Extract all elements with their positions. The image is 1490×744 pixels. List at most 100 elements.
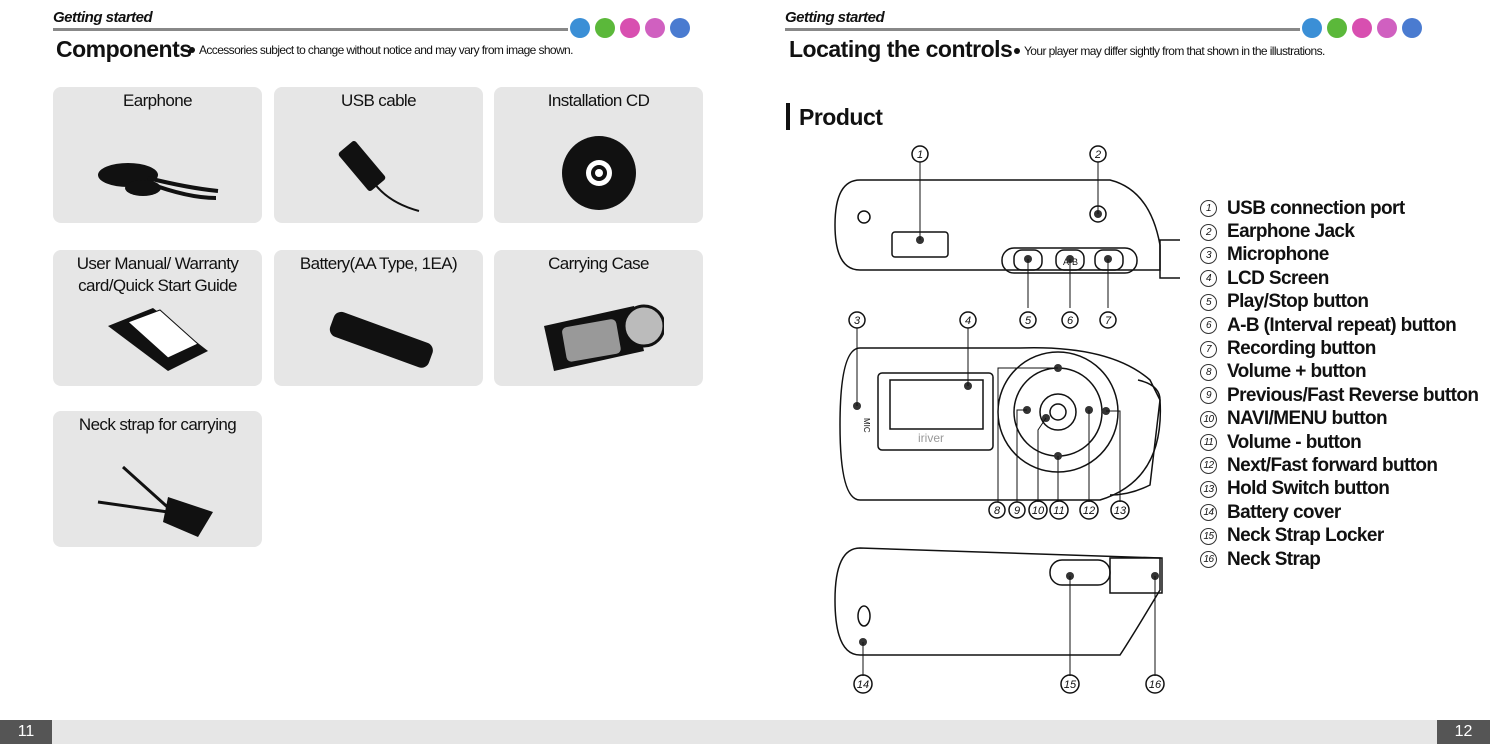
control-list-item: 16 Neck Strap	[1200, 548, 1478, 571]
control-number: 15	[1200, 527, 1217, 545]
control-label: A-B (Interval repeat) button	[1227, 314, 1457, 336]
control-list-item: 11 Volume - button	[1200, 431, 1478, 454]
control-list-item: 6 A-B (Interval repeat) button	[1200, 314, 1478, 337]
control-number: 8	[1200, 363, 1217, 381]
callout-dots	[853, 210, 1159, 646]
control-number: 7	[1200, 340, 1217, 358]
svg-text:1: 1	[917, 149, 923, 161]
component-neck-strap: Neck strap for carrying	[53, 411, 262, 547]
control-number: 9	[1200, 387, 1217, 405]
control-list-item: 14 Battery cover	[1200, 501, 1478, 524]
control-label: Next/Fast forward button	[1227, 454, 1438, 476]
component-earphone: Earphone	[53, 87, 262, 223]
component-label: Earphone	[123, 91, 193, 110]
controls-list: 1 USB connection port 2 Earphone Jack 3 Micro…	[1200, 197, 1479, 571]
gear-icon	[1402, 18, 1422, 38]
page-title: Locating the controls	[789, 36, 1013, 62]
control-number: 5	[1200, 293, 1217, 311]
component-battery: Battery(AA Type, 1EA)	[274, 250, 483, 386]
svg-text:14: 14	[857, 679, 869, 691]
svg-text:16: 16	[1149, 679, 1162, 691]
music-icon	[570, 18, 590, 38]
music-icon	[1302, 18, 1322, 38]
section-label: Getting started	[785, 9, 885, 26]
control-list-item: 9 Previous/Fast Reverse button	[1200, 384, 1479, 407]
svg-text:8: 8	[994, 505, 1001, 517]
control-list-item: 8 Volume + button	[1200, 361, 1478, 384]
cd-icon	[561, 136, 636, 210]
neck-strap-icon	[97, 465, 213, 537]
control-label: NAVI/MENU button	[1227, 408, 1388, 430]
header-rule	[53, 28, 568, 31]
control-number: 2	[1200, 223, 1217, 241]
control-number: 16	[1200, 551, 1217, 569]
svg-text:9: 9	[1014, 505, 1020, 517]
control-list-item: 15 Neck Strap Locker	[1200, 524, 1478, 547]
mic-icon	[645, 18, 665, 38]
control-number: 12	[1200, 457, 1217, 475]
gear-icon	[670, 18, 690, 38]
component-label: Neck strap for carrying	[78, 415, 237, 434]
bottom-view	[834, 547, 1163, 656]
control-label: Neck Strap Locker	[1227, 525, 1384, 547]
control-label: Previous/Fast Reverse button	[1227, 384, 1479, 406]
control-list-item: 2 Earphone Jack	[1200, 220, 1478, 243]
product-subtitle: Product	[799, 104, 883, 130]
page-note: Accessories subject to change without no…	[189, 43, 573, 57]
control-label: Battery cover	[1227, 501, 1341, 523]
control-list-item: 7 Recording button	[1200, 337, 1478, 360]
svg-text:7: 7	[1105, 315, 1112, 327]
product-diagram: A-B iriver MIC 1 2 3 4 5 6 7 8 9 10 11 1…	[834, 145, 1180, 694]
voice-icon	[595, 18, 615, 38]
control-label: Earphone Jack	[1227, 221, 1355, 243]
control-label: LCD Screen	[1227, 267, 1329, 289]
battery-icon	[329, 311, 433, 368]
control-number: 11	[1200, 434, 1217, 452]
page-number-right: 12	[1437, 720, 1490, 744]
control-list-item: 5 Play/Stop button	[1200, 291, 1478, 314]
mic-icon	[1377, 18, 1397, 38]
component-installation-cd: Installation CD	[494, 87, 703, 223]
subtitle-bar	[786, 103, 790, 130]
control-label: Play/Stop button	[1227, 291, 1369, 313]
mic-label: MIC	[862, 418, 871, 433]
component-label: User Manual/ Warranty card/Quick Start G…	[76, 254, 239, 295]
header-icons	[570, 18, 690, 38]
brand-logo: iriver	[918, 431, 944, 445]
svg-text:4: 4	[965, 315, 971, 327]
header-icons	[1302, 18, 1422, 38]
svg-text:2: 2	[1094, 149, 1101, 161]
control-list-item: 10 NAVI/MENU button	[1200, 408, 1478, 431]
component-label: Carrying Case	[548, 254, 649, 273]
svg-text:11: 11	[1053, 505, 1064, 517]
callout-numbers: 1 2 3 4 5 6 7 8 9 10 11 12 13 14 15 16	[848, 145, 1165, 694]
control-label: Microphone	[1227, 244, 1329, 266]
component-label: USB cable	[341, 91, 417, 110]
header-rule	[785, 28, 1300, 31]
voice-icon	[1327, 18, 1347, 38]
svg-text:13: 13	[1114, 505, 1127, 517]
top-view: A-B	[834, 179, 1180, 279]
section-label: Getting started	[53, 9, 153, 26]
control-number: 1	[1200, 200, 1217, 218]
control-label: Neck Strap	[1227, 548, 1321, 570]
component-carrying-case: Carrying Case	[494, 250, 703, 386]
usb-cable-icon	[338, 141, 419, 212]
control-label: Volume + button	[1227, 361, 1367, 383]
footer-bar	[0, 720, 1490, 744]
control-number: 4	[1200, 270, 1217, 288]
page-number-left: 11	[0, 720, 52, 744]
radio-icon	[620, 18, 640, 38]
radio-icon	[1352, 18, 1372, 38]
svg-text:5: 5	[1025, 315, 1032, 327]
control-label: USB connection port	[1227, 197, 1405, 219]
svg-text:10: 10	[1032, 505, 1045, 517]
control-label: Hold Switch button	[1227, 478, 1390, 500]
svg-text:12: 12	[1083, 505, 1095, 517]
component-usb-cable: USB cable	[274, 87, 483, 223]
manual-icon	[107, 308, 208, 371]
front-view: iriver MIC	[839, 347, 1162, 501]
component-label: Installation CD	[547, 91, 650, 110]
control-list-item: 3 Microphone	[1200, 244, 1478, 267]
control-list-item: 4 LCD Screen	[1200, 267, 1478, 290]
